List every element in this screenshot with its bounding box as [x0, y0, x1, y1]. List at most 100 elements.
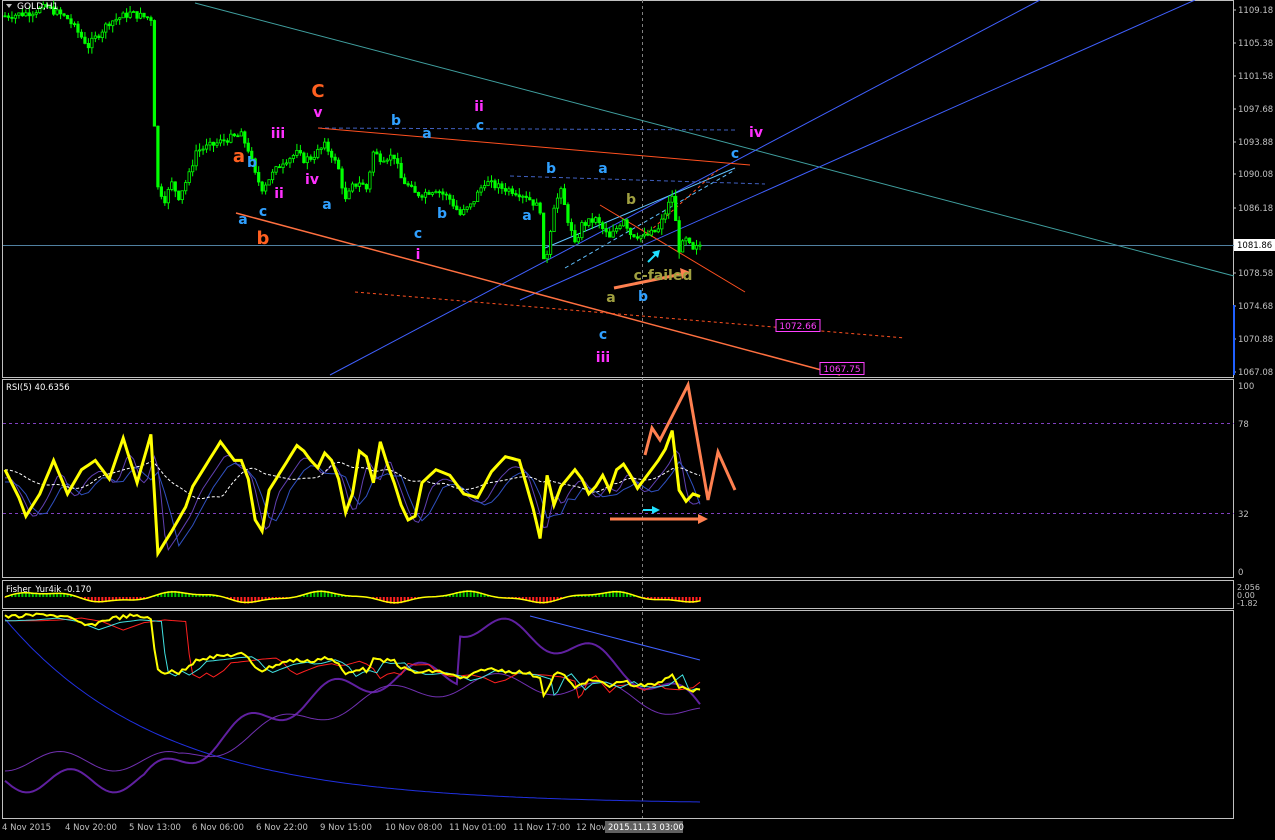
- candle-body: [528, 197, 532, 201]
- candle-body: [340, 168, 344, 189]
- candle-body: [79, 31, 84, 38]
- candle-body: [406, 183, 410, 186]
- candle-body: [232, 133, 236, 137]
- candle-body: [625, 219, 629, 229]
- candle-body: [684, 237, 688, 242]
- rsi-tick-0: 0: [1238, 568, 1243, 578]
- candle-body: [399, 162, 403, 179]
- fisher-tick-bottom: -1.82: [1237, 599, 1258, 608]
- candle-body: [323, 141, 327, 149]
- candle-body: [291, 155, 296, 159]
- candle-body: [135, 11, 139, 19]
- wave-label: c: [259, 204, 267, 220]
- candle-body: [465, 206, 469, 210]
- rsi-label: RSI(5) 40.6356: [6, 383, 70, 393]
- candle-body: [521, 195, 525, 198]
- candle-body: [86, 42, 90, 49]
- wave-label: a: [233, 146, 245, 167]
- candle-body: [409, 184, 414, 187]
- wave-label: a: [606, 290, 615, 306]
- candle-body: [347, 190, 351, 200]
- candle-body: [368, 171, 372, 190]
- chart-background: [0, 0, 1275, 840]
- gold-h1-chart[interactable]: a bcabiiiiiivCvabacibiicbaabaciiibc-faile…: [0, 0, 1275, 840]
- candle-body: [343, 187, 348, 200]
- candle-body: [559, 188, 563, 199]
- candle-body: [510, 188, 514, 194]
- candle-body: [416, 192, 421, 197]
- candle-body: [681, 240, 685, 253]
- candle-body: [451, 198, 455, 207]
- time-tick: 10 Nov 08:00: [385, 823, 442, 833]
- candle-body: [201, 148, 205, 151]
- candle-body: [284, 162, 289, 165]
- candle-body: [653, 229, 657, 233]
- candle-body: [663, 213, 667, 220]
- candle-body: [524, 195, 528, 198]
- candle-body: [236, 135, 240, 138]
- candle-body: [441, 191, 445, 195]
- candle-body: [475, 191, 480, 202]
- wave-label: i: [416, 247, 421, 263]
- candle-body: [555, 197, 560, 209]
- candle-body: [100, 31, 104, 38]
- candle-body: [128, 11, 132, 18]
- candle-body: [225, 140, 229, 143]
- candle-body: [333, 156, 337, 161]
- candle-body: [184, 182, 188, 192]
- wave-label: b: [546, 161, 556, 177]
- candle-body: [455, 205, 459, 211]
- candle-body: [104, 23, 108, 33]
- candle-body: [396, 158, 400, 164]
- candle-body: [628, 227, 633, 236]
- candle-body: [545, 254, 549, 260]
- candle-body: [615, 228, 619, 232]
- time-tick: 4 Nov 2015: [2, 823, 51, 833]
- wave-label: b: [257, 228, 270, 249]
- candle-body: [121, 12, 125, 19]
- candle-body: [83, 36, 87, 44]
- candle-body: [288, 158, 292, 164]
- candle-body: [430, 192, 435, 195]
- candle-body: [312, 156, 316, 160]
- wave-label: iv: [749, 125, 763, 141]
- candle-body: [618, 225, 622, 229]
- candle-body: [580, 222, 584, 239]
- crosshair-time-box: 2015.11.13 03:00: [605, 821, 684, 833]
- candle-body: [371, 151, 375, 173]
- candle-body: [159, 186, 163, 197]
- price-tick: 1067.08: [1238, 368, 1273, 378]
- rsi-tick-78: 78: [1238, 420, 1249, 430]
- candle-body: [59, 9, 63, 15]
- candle-body: [111, 20, 115, 27]
- symbol-label: GOLD,H1: [17, 2, 58, 12]
- time-tick: 11 Nov 01:00: [449, 823, 506, 833]
- candle-body: [392, 154, 396, 159]
- candle-body: [295, 150, 299, 156]
- wave-label: iii: [596, 350, 610, 366]
- candle-body: [131, 11, 136, 13]
- candle-body: [239, 131, 243, 137]
- candle-body: [462, 209, 466, 215]
- price-tick: 1109.18: [1238, 6, 1273, 16]
- candle-body: [142, 12, 146, 18]
- candle-body: [486, 181, 490, 186]
- candle-body: [479, 187, 483, 193]
- candle-body: [152, 20, 157, 127]
- candle-body: [389, 154, 393, 161]
- candle-body: [257, 171, 261, 183]
- candle-body: [316, 149, 320, 158]
- candle-body: [583, 222, 587, 226]
- candle-body: [496, 183, 501, 189]
- candle-body: [194, 150, 198, 167]
- candle-body: [608, 231, 612, 238]
- time-tick: 6 Nov 22:00: [256, 823, 308, 833]
- candle-body: [281, 163, 285, 169]
- level-1072-text: 1072.66: [779, 322, 816, 332]
- candle-body: [20, 12, 24, 17]
- wave-label: c: [599, 327, 607, 343]
- candle-body: [336, 159, 341, 170]
- time-tick: 4 Nov 20:00: [65, 823, 117, 833]
- candle-body: [326, 141, 330, 152]
- level-1067-text: 1067.75: [823, 365, 860, 375]
